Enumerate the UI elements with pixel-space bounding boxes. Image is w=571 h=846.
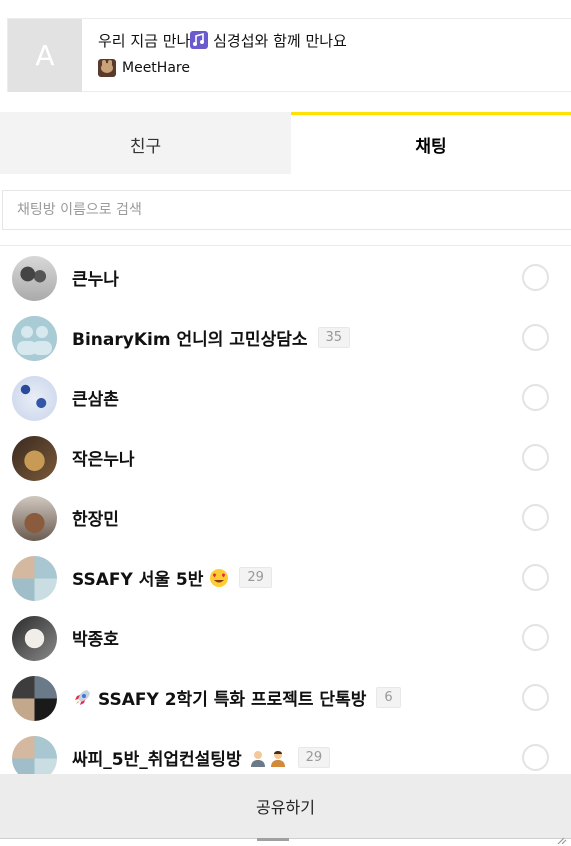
avatar [12, 556, 57, 601]
chatroom-search-input[interactable] [3, 191, 571, 229]
member-count-badge: 29 [239, 567, 272, 588]
select-radio[interactable] [522, 564, 549, 591]
share-title-suffix: 심경섭와 함께 만나요 [213, 32, 347, 50]
avatar [12, 316, 57, 361]
tab-chat[interactable]: 채팅 [291, 112, 571, 174]
chat-row[interactable]: SSAFY 서울 5반 29 [0, 548, 571, 608]
chat-name: 싸피_5반_취업컨설팅방 29 [72, 745, 331, 770]
chat-row[interactable]: 싸피_5반_취업컨설팅방 29 [0, 728, 571, 774]
share-thumbnail: A [8, 19, 82, 92]
select-radio[interactable] [522, 384, 549, 411]
member-count-badge: 35 [317, 327, 351, 348]
chat-name-text: 작은누나 [72, 450, 135, 470]
share-target-tabs: 친구 채팅 [0, 112, 571, 174]
select-radio[interactable] [522, 504, 549, 531]
chat-row[interactable]: 한장민 [0, 488, 571, 548]
music-note-icon [190, 31, 209, 49]
chat-name-text: 한장민 [72, 510, 119, 530]
default-profile-icon [12, 316, 57, 361]
chat-name-text: 큰누나 [72, 270, 119, 290]
heart-eyes-icon [210, 568, 229, 587]
chat-name-text: SSAFY 2학기 특화 프로젝트 단톡방 [98, 690, 367, 710]
chat-name: 큰삼촌 [72, 385, 119, 410]
rocket-icon [75, 689, 90, 705]
share-title: 우리 지금 만나 심경섭와 함께 만나요 [98, 30, 347, 51]
avatar [12, 736, 57, 774]
chat-list: 큰누나 BinaryKim 언니의 고민상담소 35 큰삼촌 작은누나 한장민 S… [0, 248, 571, 774]
share-source: MeetHare [98, 59, 190, 77]
avatar [12, 496, 57, 541]
chat-row[interactable]: SSAFY 2학기 특화 프로젝트 단톡방 6 [0, 668, 571, 728]
avatar [12, 256, 57, 301]
chat-row[interactable]: 큰누나 [0, 248, 571, 308]
chat-name-text: BinaryKim 언니의 고민상담소 [72, 330, 308, 350]
avatar [12, 676, 57, 721]
chat-name: SSAFY 2학기 특화 프로젝트 단톡방 6 [72, 685, 401, 710]
drag-handle-icon[interactable] [257, 838, 289, 841]
thumbnail-letter: A [35, 39, 55, 72]
chat-name-text: 박종호 [72, 630, 119, 650]
chat-row[interactable]: BinaryKim 언니의 고민상담소 35 [0, 308, 571, 368]
chat-row[interactable]: 작은누나 [0, 428, 571, 488]
share-button[interactable]: 공유하기 [0, 774, 571, 838]
member-count-badge: 29 [297, 747, 331, 768]
avatar [12, 436, 57, 481]
select-radio[interactable] [522, 264, 549, 291]
avatar [12, 616, 57, 661]
divider [0, 245, 571, 246]
chat-name: 작은누나 [72, 445, 135, 470]
meethare-logo-icon [98, 59, 116, 77]
chat-name: 한장민 [72, 505, 119, 530]
chat-name: 박종호 [72, 625, 119, 650]
chat-name: 큰누나 [72, 265, 119, 290]
chat-row[interactable]: 큰삼촌 [0, 368, 571, 428]
resize-grip-icon[interactable] [556, 836, 568, 844]
chat-name-text: 큰삼촌 [72, 390, 119, 410]
share-title-main: 우리 지금 만나 [98, 32, 191, 50]
chat-name-text: 싸피_5반_취업컨설팅방 [72, 750, 242, 770]
chat-name: BinaryKim 언니의 고민상담소 35 [72, 325, 351, 350]
search-box [2, 190, 571, 230]
member-count-badge: 6 [376, 687, 401, 708]
select-radio[interactable] [522, 624, 549, 651]
select-radio[interactable] [522, 684, 549, 711]
select-radio[interactable] [522, 324, 549, 351]
select-radio[interactable] [522, 744, 549, 771]
tab-friends[interactable]: 친구 [0, 112, 291, 174]
chat-name: SSAFY 서울 5반 29 [72, 565, 272, 590]
avatar [12, 376, 57, 421]
chat-row[interactable]: 박종호 [0, 608, 571, 668]
chat-name-text: SSAFY 서울 5반 [72, 570, 204, 590]
people-icon [250, 750, 285, 767]
source-name: MeetHare [122, 60, 190, 76]
select-radio[interactable] [522, 444, 549, 471]
share-preview-card: A 우리 지금 만나 심경섭와 함께 만나요 MeetHare [7, 18, 571, 92]
